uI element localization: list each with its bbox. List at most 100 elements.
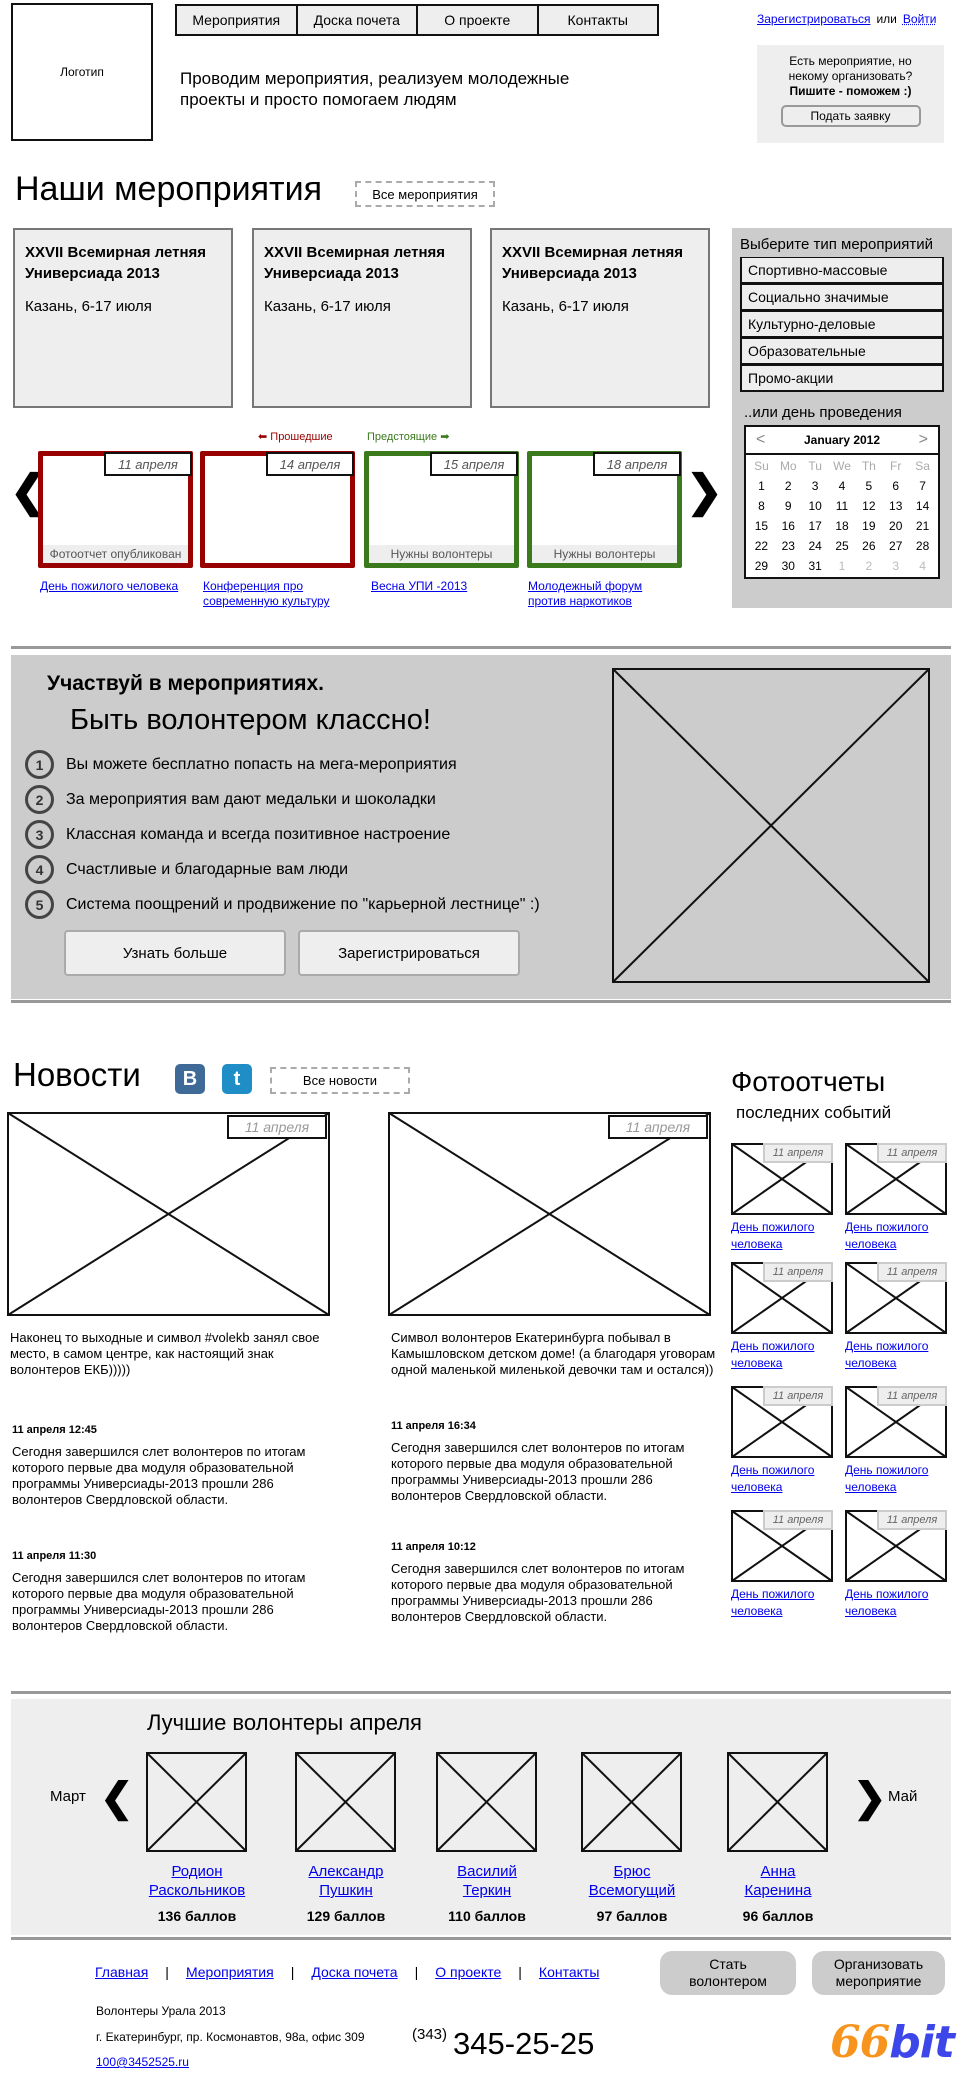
type-cultural[interactable]: Культурно-деловые bbox=[740, 311, 944, 338]
photo-report-link[interactable]: День пожилого человека bbox=[731, 1586, 833, 1620]
all-news-link[interactable]: Все новости bbox=[270, 1067, 410, 1094]
calendar-day-other-month[interactable]: 2 bbox=[855, 559, 882, 573]
event-card[interactable]: XXVII Всемирная летняя Универсиада 2013 … bbox=[490, 228, 710, 408]
calendar-day-other-month[interactable]: 1 bbox=[829, 559, 856, 573]
news-image[interactable]: 11 апреля bbox=[388, 1112, 711, 1316]
calendar-day[interactable]: 17 bbox=[802, 519, 829, 533]
photo-report-image[interactable]: 11 апреля bbox=[845, 1386, 947, 1458]
photo-report-item[interactable]: 11 апреля День пожилого человека bbox=[731, 1510, 833, 1620]
calendar-day[interactable]: 10 bbox=[802, 499, 829, 513]
calendar-day-other-month[interactable]: 4 bbox=[909, 559, 936, 573]
carousel-caption-link[interactable]: Конференция про современную культуру bbox=[203, 579, 343, 609]
photo-report-item[interactable]: 11 апреля День пожилого человека bbox=[845, 1262, 947, 1372]
next-month-icon[interactable]: ❯ bbox=[853, 1775, 887, 1821]
register-link[interactable]: Зарегистрироваться bbox=[757, 12, 870, 26]
calendar-day[interactable]: 25 bbox=[829, 539, 856, 553]
photo-report-link[interactable]: День пожилого человека bbox=[845, 1462, 947, 1496]
photo-report-item[interactable]: 11 апреля День пожилого человека bbox=[845, 1510, 947, 1620]
calendar-day[interactable]: 20 bbox=[882, 519, 909, 533]
calendar-day[interactable]: 16 bbox=[775, 519, 802, 533]
footer-link-home[interactable]: Главная bbox=[95, 1964, 148, 1980]
photo-report-image[interactable]: 11 апреля bbox=[731, 1510, 833, 1582]
future-label[interactable]: Предстоящие ➡ bbox=[367, 430, 449, 443]
org-email-link[interactable]: 100@3452525.ru bbox=[96, 2055, 189, 2069]
calendar-day[interactable]: 7 bbox=[909, 479, 936, 493]
all-events-link[interactable]: Все мероприятия bbox=[355, 181, 495, 207]
photo-report-item[interactable]: 11 апреля День пожилого человека bbox=[731, 1262, 833, 1372]
event-card[interactable]: XXVII Всемирная летняя Универсиада 2013 … bbox=[252, 228, 472, 408]
calendar-day[interactable]: 29 bbox=[748, 559, 775, 573]
nav-item-about[interactable]: О проекте bbox=[418, 6, 539, 34]
photo-report-link[interactable]: День пожилого человека bbox=[845, 1219, 947, 1253]
volunteer-name-link[interactable]: Родион Раскольников bbox=[132, 1862, 262, 1900]
volunteer-name-link[interactable]: Александр Пушкин bbox=[281, 1862, 411, 1900]
prev-month-icon[interactable]: ❮ bbox=[100, 1775, 134, 1821]
organize-event-button[interactable]: Организовать мероприятие bbox=[812, 1951, 945, 1995]
news-item[interactable]: 11 апреля 16:34 Сегодня завершился слет … bbox=[391, 1418, 711, 1504]
vk-icon[interactable]: B bbox=[175, 1064, 205, 1094]
calendar-day[interactable]: 5 bbox=[855, 479, 882, 493]
carousel-card[interactable]: 18 апреля Нужны волонтеры bbox=[527, 451, 682, 568]
type-social[interactable]: Социально значимые bbox=[740, 284, 944, 311]
carousel-next-icon[interactable]: ❯ bbox=[686, 470, 723, 514]
calendar-day[interactable]: 26 bbox=[855, 539, 882, 553]
become-volunteer-button[interactable]: Стать волонтером bbox=[660, 1951, 796, 1995]
calendar-day[interactable]: 31 bbox=[802, 559, 829, 573]
photo-report-item[interactable]: 11 апреля День пожилого человека bbox=[845, 1143, 947, 1253]
volunteer-photo[interactable] bbox=[295, 1752, 396, 1852]
calendar-day[interactable]: 22 bbox=[748, 539, 775, 553]
carousel-card[interactable]: 15 апреля Нужны волонтеры bbox=[364, 451, 519, 568]
calendar-prev-icon[interactable]: < bbox=[756, 431, 765, 449]
photo-report-image[interactable]: 11 апреля bbox=[845, 1262, 947, 1334]
photo-report-item[interactable]: 11 апреля День пожилого человека bbox=[731, 1143, 833, 1253]
nav-item-contacts[interactable]: Контакты bbox=[539, 6, 658, 34]
carousel-caption-link[interactable]: Весна УПИ -2013 bbox=[371, 579, 511, 594]
photo-report-item[interactable]: 11 апреля День пожилого человека bbox=[731, 1386, 833, 1496]
calendar-day[interactable]: 11 bbox=[829, 499, 856, 513]
next-month-label[interactable]: Май bbox=[888, 1788, 917, 1805]
calendar-day[interactable]: 2 bbox=[775, 479, 802, 493]
calendar-next-icon[interactable]: > bbox=[919, 431, 928, 449]
calendar-day[interactable]: 9 bbox=[775, 499, 802, 513]
news-item[interactable]: 11 апреля 11:30 Сегодня завершился слет … bbox=[12, 1548, 332, 1634]
calendar-day[interactable]: 15 bbox=[748, 519, 775, 533]
calendar-day[interactable]: 24 bbox=[802, 539, 829, 553]
volunteer-photo[interactable] bbox=[581, 1752, 682, 1852]
photo-report-image[interactable]: 11 апреля bbox=[845, 1143, 947, 1215]
volunteer-name-link[interactable]: Брюс Всемогущий bbox=[567, 1862, 697, 1900]
type-promo[interactable]: Промо-акции bbox=[740, 365, 944, 392]
calendar-day[interactable]: 13 bbox=[882, 499, 909, 513]
photo-report-image[interactable]: 11 апреля bbox=[731, 1143, 833, 1215]
calendar-day[interactable]: 30 bbox=[775, 559, 802, 573]
carousel-caption-link[interactable]: Молодежный форум против наркотиков bbox=[528, 579, 658, 609]
calendar-day[interactable]: 4 bbox=[829, 479, 856, 493]
calendar-day[interactable]: 21 bbox=[909, 519, 936, 533]
photo-report-item[interactable]: 11 апреля День пожилого человека bbox=[845, 1386, 947, 1496]
volunteer-photo[interactable] bbox=[436, 1752, 537, 1852]
nav-item-honor-board[interactable]: Доска почета bbox=[298, 6, 418, 34]
learn-more-button[interactable]: Узнать больше bbox=[64, 930, 286, 976]
calendar-day[interactable]: 14 bbox=[909, 499, 936, 513]
calendar-day[interactable]: 28 bbox=[909, 539, 936, 553]
developer-logo[interactable]: 66bit bbox=[830, 2017, 955, 2068]
calendar-day[interactable]: 1 bbox=[748, 479, 775, 493]
volunteer-photo[interactable] bbox=[727, 1752, 828, 1852]
footer-link-events[interactable]: Мероприятия bbox=[186, 1964, 274, 1980]
type-educational[interactable]: Образовательные bbox=[740, 338, 944, 365]
photo-report-link[interactable]: День пожилого человека bbox=[731, 1462, 833, 1496]
calendar-day[interactable]: 19 bbox=[855, 519, 882, 533]
footer-link-contacts[interactable]: Контакты bbox=[539, 1964, 599, 1980]
news-item[interactable]: 11 апреля 12:45 Сегодня завершился слет … bbox=[12, 1422, 332, 1508]
footer-link-about[interactable]: О проекте bbox=[435, 1964, 501, 1980]
photo-report-image[interactable]: 11 апреля bbox=[731, 1262, 833, 1334]
calendar-day[interactable]: 8 bbox=[748, 499, 775, 513]
register-button[interactable]: Зарегистрироваться bbox=[298, 930, 520, 976]
volunteer-photo[interactable] bbox=[146, 1752, 247, 1852]
login-link[interactable]: Войти bbox=[903, 12, 937, 26]
photo-report-link[interactable]: День пожилого человека bbox=[731, 1219, 833, 1253]
calendar-day[interactable]: 12 bbox=[855, 499, 882, 513]
carousel-card[interactable]: 14 апреля bbox=[200, 451, 355, 568]
volunteer-name-link[interactable]: Анна Каренина bbox=[713, 1862, 843, 1900]
calendar-day-other-month[interactable]: 3 bbox=[882, 559, 909, 573]
photo-report-link[interactable]: День пожилого человека bbox=[845, 1586, 947, 1620]
